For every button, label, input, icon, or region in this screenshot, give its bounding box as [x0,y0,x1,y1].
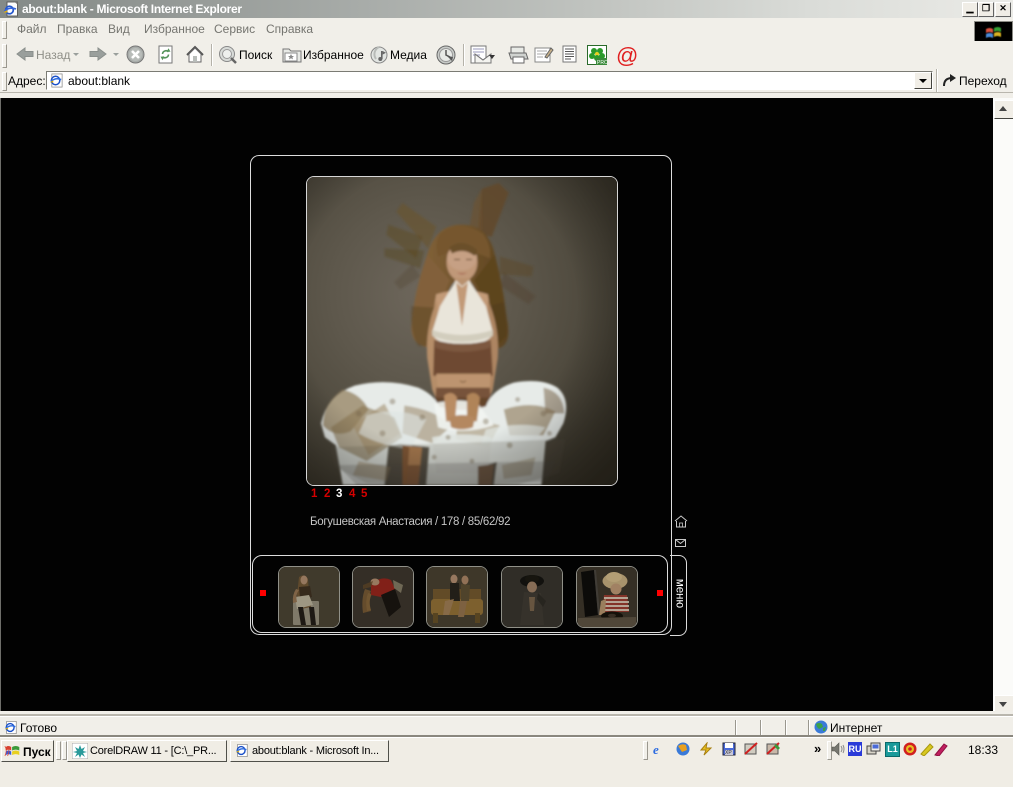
svg-text:e: e [653,742,659,757]
svg-text:PRO: PRO [597,60,607,65]
svg-text:@: @ [616,44,638,67]
svg-text:XP: XP [725,750,732,756]
